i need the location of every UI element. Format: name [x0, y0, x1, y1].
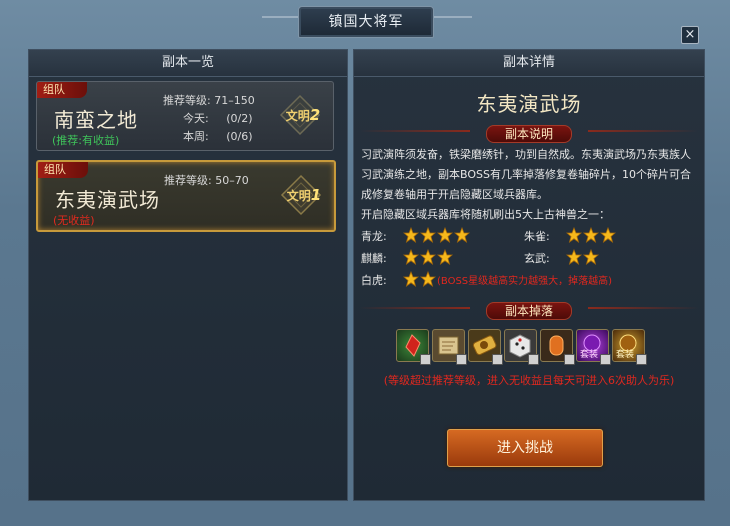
star-icon — [436, 248, 454, 265]
lock-icon — [636, 354, 647, 365]
star-icon — [453, 226, 471, 243]
drop-item-gold-package[interactable]: 套装 — [612, 329, 647, 365]
lock-icon — [456, 354, 467, 365]
star-icon — [419, 226, 437, 243]
lock-icon — [528, 354, 539, 365]
beast-qinglong: 青龙: — [361, 226, 471, 245]
civilization-level: 文明2 — [279, 106, 327, 124]
drops-banner-label: 副本掉落 — [485, 302, 572, 320]
dungeon-reward-note: (无收益) — [53, 214, 95, 227]
dungeon-item-nanman[interactable]: 组队 南蛮之地 (推荐:有收益) 推荐等级: 71–150 今天: (0/2) … — [36, 81, 334, 151]
description-banner: 副本说明 — [354, 123, 704, 143]
beast-name: 白虎: — [361, 274, 387, 287]
star-icon — [582, 226, 600, 243]
civilization-level: 文明1 — [280, 186, 328, 204]
drop-item-dice[interactable] — [504, 329, 539, 365]
dungeon-name: 南蛮之地 — [54, 108, 138, 132]
star-icon — [402, 226, 420, 243]
beast-xuanwu: 玄武: — [524, 248, 600, 267]
window-title: 镇国大将军 — [298, 6, 434, 38]
drop-item-purple-package[interactable]: 套装 — [576, 329, 611, 365]
banner-line-left — [360, 130, 470, 132]
description-text: 习武演阵须发奋，铁梁磨绣针，功到自然成。东夷演武场乃东夷族人习武演练之地，副本B… — [361, 148, 691, 201]
title-ornament-left — [262, 16, 302, 18]
beast-name: 麒麟: — [361, 252, 387, 265]
beast-name: 朱雀: — [524, 230, 550, 243]
banner-line-right — [588, 307, 698, 309]
recommended-level-value: 50–70 — [215, 174, 249, 187]
star-icon — [402, 248, 420, 265]
star-rating — [565, 226, 617, 243]
drop-item-red-crystal[interactable] — [396, 329, 431, 365]
star-icon — [565, 248, 583, 265]
star-rating — [565, 248, 600, 265]
team-tag: 组队 — [38, 162, 88, 178]
drop-item-golden-scroll[interactable] — [468, 329, 503, 365]
beast-name: 青龙: — [361, 230, 387, 243]
star-icon — [419, 248, 437, 265]
description-banner-label: 副本说明 — [485, 125, 572, 143]
today-count: 今天: (0/2) — [183, 110, 253, 126]
dungeon-description: 习武演阵须发奋，铁梁磨绣针，功到自然成。东夷演武场乃东夷族人习武演练之地，副本B… — [361, 145, 697, 225]
drop-item-scroll-map[interactable] — [432, 329, 467, 365]
drops-banner: 副本掉落 — [354, 300, 704, 320]
recommended-level-value: 71–150 — [214, 94, 255, 107]
week-label: 本周: — [183, 130, 209, 143]
team-tag: 组队 — [37, 82, 87, 98]
dungeon-reward-note: (推荐:有收益) — [52, 134, 120, 147]
armory-note: 开启隐藏区域兵器库将随机刷出5大上古神兽之一： — [361, 208, 610, 221]
enter-challenge-button[interactable]: 进入挑战 — [447, 429, 603, 467]
drop-item-orange-gem[interactable] — [540, 329, 575, 365]
lock-icon — [600, 354, 611, 365]
package-label: 套装 — [580, 350, 599, 360]
dungeon-title-wrap: 东夷演武场 — [354, 88, 704, 117]
civ-label: 文明 — [286, 189, 311, 203]
boss-note: (BOSS星级越高实力越强大，掉落越高) — [437, 276, 613, 287]
today-value: (0/2) — [226, 112, 253, 125]
star-icon — [565, 226, 583, 243]
drop-note: (等级超过推荐等级，进入无收益且每天可进入6次助人为乐) — [383, 374, 675, 387]
beast-qilin: 麒麟: — [361, 248, 454, 267]
dungeon-name: 东夷演武场 — [55, 188, 160, 212]
star-icon — [599, 226, 617, 243]
star-rating — [402, 270, 437, 287]
lock-icon — [492, 354, 503, 365]
banner-line-right — [588, 130, 698, 132]
dungeon-detail-panel: 副本详情 东夷演武场 副本说明 习武演阵须发奋，铁梁磨绣针，功到自然成。东夷演武… — [353, 49, 705, 501]
star-icon — [402, 270, 420, 287]
star-rating — [402, 226, 471, 243]
dungeon-title: 东夷演武场 — [476, 92, 582, 116]
star-rating — [402, 248, 454, 265]
recommended-level: 推荐等级: 50–70 — [164, 172, 249, 188]
dungeon-detail-header: 副本详情 — [354, 50, 704, 77]
civ-label: 文明 — [285, 109, 310, 123]
today-label: 今天: — [183, 112, 209, 125]
civ-value: 1 — [310, 186, 322, 204]
banner-line-left — [360, 307, 470, 309]
dungeon-list-header: 副本一览 — [29, 50, 347, 77]
star-icon — [582, 248, 600, 265]
week-count: 本周: (0/6) — [183, 128, 253, 144]
dungeon-item-dongyi[interactable]: 组队 东夷演武场 (无收益) 推荐等级: 50–70 文明1 — [36, 160, 336, 232]
recommended-level-label: 推荐等级: — [163, 94, 211, 107]
beast-baihu: 白虎: (BOSS星级越高实力越强大，掉落越高) — [361, 270, 701, 289]
dungeon-list-panel: 副本一览 组队 南蛮之地 (推荐:有收益) 推荐等级: 71–150 今天: (… — [28, 49, 348, 501]
dungeon-window: 镇国大将军 × 副本一览 组队 南蛮之地 (推荐:有收益) 推荐等级: 71–1… — [0, 0, 730, 526]
star-icon — [436, 226, 454, 243]
close-button[interactable]: × — [681, 26, 699, 44]
title-ornament-right — [432, 16, 472, 18]
week-value: (0/6) — [226, 130, 253, 143]
beast-zhuque: 朱雀: — [524, 226, 617, 245]
star-icon — [419, 270, 437, 287]
recommended-level: 推荐等级: 71–150 — [163, 92, 255, 108]
lock-icon — [564, 354, 575, 365]
civ-value: 2 — [309, 106, 321, 124]
recommended-level-label: 推荐等级: — [164, 174, 212, 187]
lock-icon — [420, 354, 431, 365]
beast-name: 玄武: — [524, 252, 550, 265]
package-label: 套装 — [616, 350, 635, 360]
